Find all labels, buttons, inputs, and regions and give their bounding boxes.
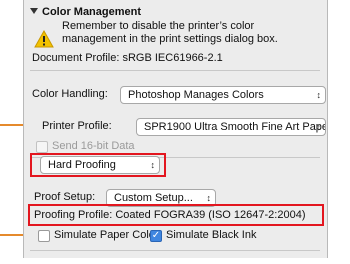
color-handling-value: Photoshop Manages Colors bbox=[128, 89, 264, 101]
proofing-profile: Proofing Profile: Coated FOGRA39 (ISO 12… bbox=[34, 209, 306, 221]
proof-setup-label: Proof Setup: bbox=[34, 191, 96, 203]
warning-text-line2: management in the print settings dialog … bbox=[62, 33, 278, 45]
simulate-paper-color-label: Simulate Paper Color bbox=[54, 229, 159, 241]
printer-profile-label: Printer Profile: bbox=[42, 120, 112, 132]
simulate-paper-color-checkbox[interactable] bbox=[38, 230, 50, 242]
updown-arrows-icon: ↕ bbox=[150, 160, 156, 170]
proof-setup-value: Custom Setup... bbox=[114, 192, 193, 204]
color-management-panel: Color Management Remember to disable the… bbox=[23, 0, 328, 258]
proofing-mode-value: Hard Proofing bbox=[48, 159, 116, 171]
section-title: Color Management bbox=[42, 6, 142, 18]
warning-icon bbox=[34, 30, 54, 48]
proofing-mode-select[interactable]: Hard Proofing ↕ bbox=[40, 156, 160, 174]
updown-arrows-icon: ↕ bbox=[316, 90, 322, 100]
simulate-black-ink-label: Simulate Black Ink bbox=[166, 229, 257, 241]
simulate-black-ink-checkbox[interactable]: ✓ bbox=[150, 230, 162, 242]
color-handling-label: Color Handling: bbox=[32, 88, 108, 100]
divider bbox=[30, 250, 320, 251]
printer-profile-value: SPR1900 Ultra Smooth Fine Art Paper bbox=[144, 121, 326, 133]
callout-line-left-bottom bbox=[0, 234, 24, 236]
send-16bit-checkbox[interactable] bbox=[36, 141, 48, 153]
warning-text-line1: Remember to disable the printer’s color bbox=[62, 20, 255, 32]
divider bbox=[30, 70, 320, 71]
send-16bit-label: Send 16-bit Data bbox=[52, 140, 135, 152]
callout-line-left-top bbox=[0, 124, 24, 126]
updown-arrows-icon: ↕ bbox=[316, 122, 322, 132]
document-profile: Document Profile: sRGB IEC61966-2.1 bbox=[32, 52, 223, 64]
color-handling-select[interactable]: Photoshop Manages Colors ↕ bbox=[120, 86, 326, 104]
printer-profile-select[interactable]: SPR1900 Ultra Smooth Fine Art Paper ↕ bbox=[136, 118, 326, 136]
disclosure-triangle-icon[interactable] bbox=[30, 8, 38, 14]
